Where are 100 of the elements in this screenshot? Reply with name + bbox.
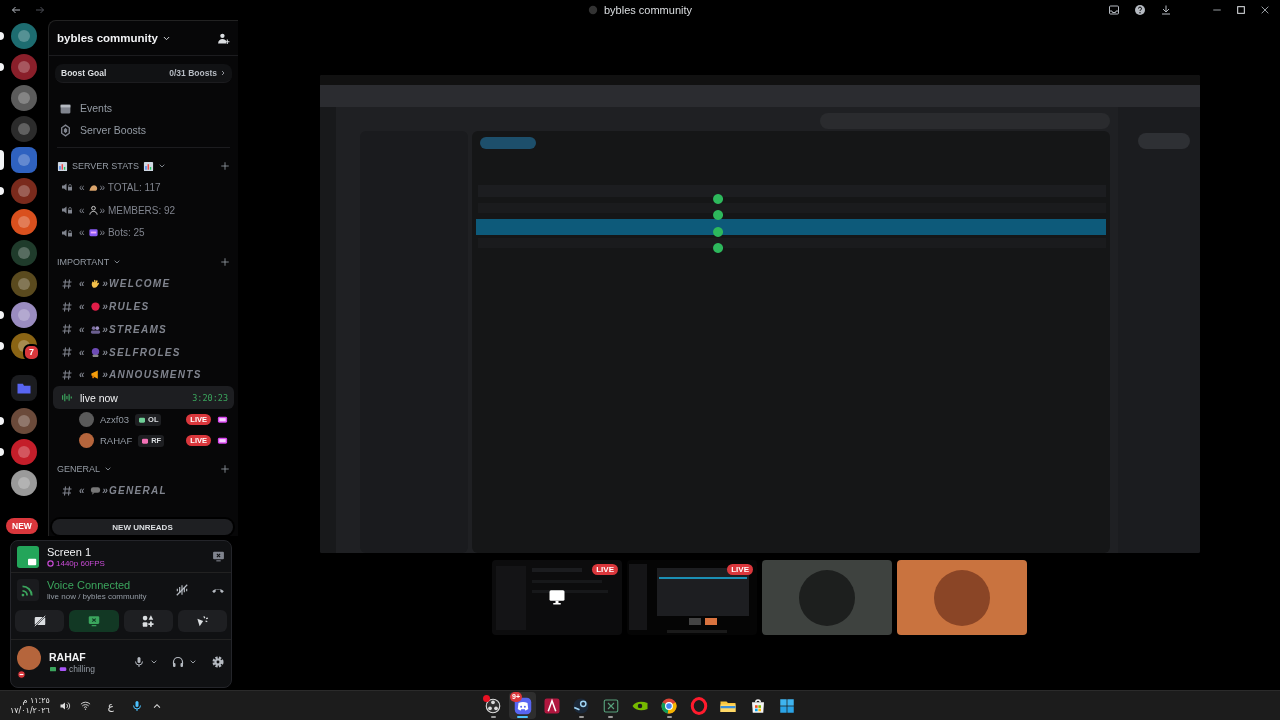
dnd-status-icon xyxy=(17,669,26,679)
username[interactable]: RAHAF xyxy=(100,435,133,447)
category-header[interactable]: IMPORTANT xyxy=(57,257,122,268)
start-icon xyxy=(777,696,796,715)
inbox-icon[interactable] xyxy=(1108,4,1120,16)
chat-status-icon xyxy=(49,664,57,673)
channel-item[interactable]: « »ANNOUSMENTS xyxy=(53,363,234,387)
channel-item[interactable]: « »RULES xyxy=(53,295,234,318)
boost-goal-bar[interactable]: Boost Goal 0/31 Boosts xyxy=(55,64,232,83)
new-badge[interactable]: NEW xyxy=(6,518,38,534)
camera-off-button[interactable] xyxy=(15,610,65,632)
server-name[interactable]: bybles community xyxy=(57,32,158,44)
design-app-icon xyxy=(542,696,561,715)
server-icon[interactable] xyxy=(11,53,37,80)
category-header[interactable]: SERVER STATS xyxy=(57,160,167,172)
maximize-icon[interactable] xyxy=(1236,5,1246,15)
soundboard-icon xyxy=(195,614,210,628)
folder-icon[interactable] xyxy=(11,375,37,401)
help-icon[interactable] xyxy=(1134,4,1146,16)
download-icon[interactable] xyxy=(1160,4,1172,16)
noise-suppression-icon[interactable] xyxy=(175,583,189,597)
stream-tile[interactable]: LIVE xyxy=(492,560,622,635)
channel-item[interactable]: « »STREAMS xyxy=(53,318,234,341)
channel-item[interactable]: « » Bots: 25 xyxy=(53,221,234,245)
channel-item[interactable]: « » TOTAL: 117 xyxy=(53,176,234,199)
soundboard-button[interactable] xyxy=(177,610,227,632)
microphone-icon[interactable] xyxy=(130,699,143,712)
microphone-icon[interactable] xyxy=(133,656,145,668)
stop-stream-icon[interactable] xyxy=(212,550,225,563)
username[interactable]: RAHAF xyxy=(49,650,125,663)
screen-share-button[interactable] xyxy=(69,610,119,632)
server-icon[interactable] xyxy=(11,177,37,204)
wifi-icon[interactable] xyxy=(79,700,91,711)
stream-tile[interactable]: LIVE xyxy=(627,560,757,635)
close-icon[interactable] xyxy=(1260,5,1270,15)
hash-icon xyxy=(61,323,73,336)
language-indicator[interactable]: ع xyxy=(99,700,122,711)
window-title: bybles community xyxy=(603,4,692,16)
hash-icon xyxy=(61,484,73,497)
stream-title: Screen 1 xyxy=(47,545,93,558)
game-icon xyxy=(59,664,67,673)
locked-speaker-icon xyxy=(61,227,73,239)
add-user-icon[interactable] xyxy=(217,31,230,45)
channel-item[interactable]: « »WELCOME xyxy=(53,272,234,296)
add-channel-icon[interactable] xyxy=(220,161,230,171)
shapes-icon xyxy=(141,614,156,628)
connection-icon xyxy=(17,579,39,601)
server-icon[interactable] xyxy=(11,22,37,49)
chevron-down-icon[interactable] xyxy=(189,658,197,666)
browser-icon xyxy=(689,696,708,715)
boost-icon xyxy=(59,123,72,137)
server-icon[interactable] xyxy=(11,469,37,496)
channel-item[interactable]: « »SELFROLES xyxy=(53,340,234,364)
server-icon[interactable] xyxy=(11,84,37,111)
camera-off-icon xyxy=(32,614,47,628)
avatar xyxy=(79,412,94,428)
participant-tile[interactable] xyxy=(897,560,1027,635)
tag-icon xyxy=(141,436,150,445)
game-store-icon xyxy=(572,696,591,715)
chevron-down-icon[interactable] xyxy=(150,658,158,666)
headphones-icon[interactable] xyxy=(172,656,184,668)
hash-icon xyxy=(61,300,73,313)
locked-speaker-icon xyxy=(61,181,73,194)
server-icon[interactable] xyxy=(11,146,37,173)
clock[interactable]: ١١:٢٥ م ١٧/٠١/٢٠٢٦ xyxy=(10,695,50,716)
avatar[interactable] xyxy=(17,645,41,670)
speaker-icon[interactable] xyxy=(58,699,71,712)
shapes-button[interactable] xyxy=(123,610,173,632)
chart-icon xyxy=(57,160,68,172)
hash-icon xyxy=(61,346,73,359)
participant-tile[interactable] xyxy=(762,560,892,635)
game-app-icon xyxy=(601,696,620,715)
gauge-icon xyxy=(47,559,54,567)
server-icon[interactable] xyxy=(11,438,37,465)
add-channel-icon[interactable] xyxy=(220,257,230,268)
new-unreads-bar[interactable]: NEW UNREADS xyxy=(52,519,233,535)
screen-share-icon xyxy=(86,614,101,628)
voice-status: Voice Connected xyxy=(47,579,132,591)
back-arrow-icon[interactable] xyxy=(10,4,22,16)
category-header[interactable]: GENERAL xyxy=(57,464,112,475)
settings-icon[interactable] xyxy=(211,655,225,669)
voice-channel[interactable]: live now 3:20:23 xyxy=(53,386,234,410)
screen-preview-icon xyxy=(17,545,39,568)
channel-item[interactable]: « »GENERAL xyxy=(53,479,234,502)
sidebar-link[interactable]: Events xyxy=(57,97,230,119)
server-icon xyxy=(587,5,598,15)
sidebar-link[interactable]: Server Boosts xyxy=(57,119,230,141)
server-icon[interactable] xyxy=(11,208,37,235)
avatar xyxy=(79,433,94,449)
tag-icon xyxy=(138,415,147,424)
server-icon[interactable] xyxy=(11,407,37,434)
server-icon[interactable] xyxy=(11,301,37,328)
chevron-down-icon xyxy=(158,162,167,170)
voice-location[interactable]: live now / bybles community xyxy=(47,592,167,601)
record-app-icon xyxy=(484,696,503,715)
server-icon[interactable] xyxy=(11,270,37,297)
add-channel-icon[interactable] xyxy=(220,464,230,475)
live-badge: LIVE xyxy=(592,564,618,575)
channel-item[interactable]: « » MEMBERS: 92 xyxy=(53,198,234,222)
username[interactable]: Azxf03 xyxy=(100,414,130,426)
